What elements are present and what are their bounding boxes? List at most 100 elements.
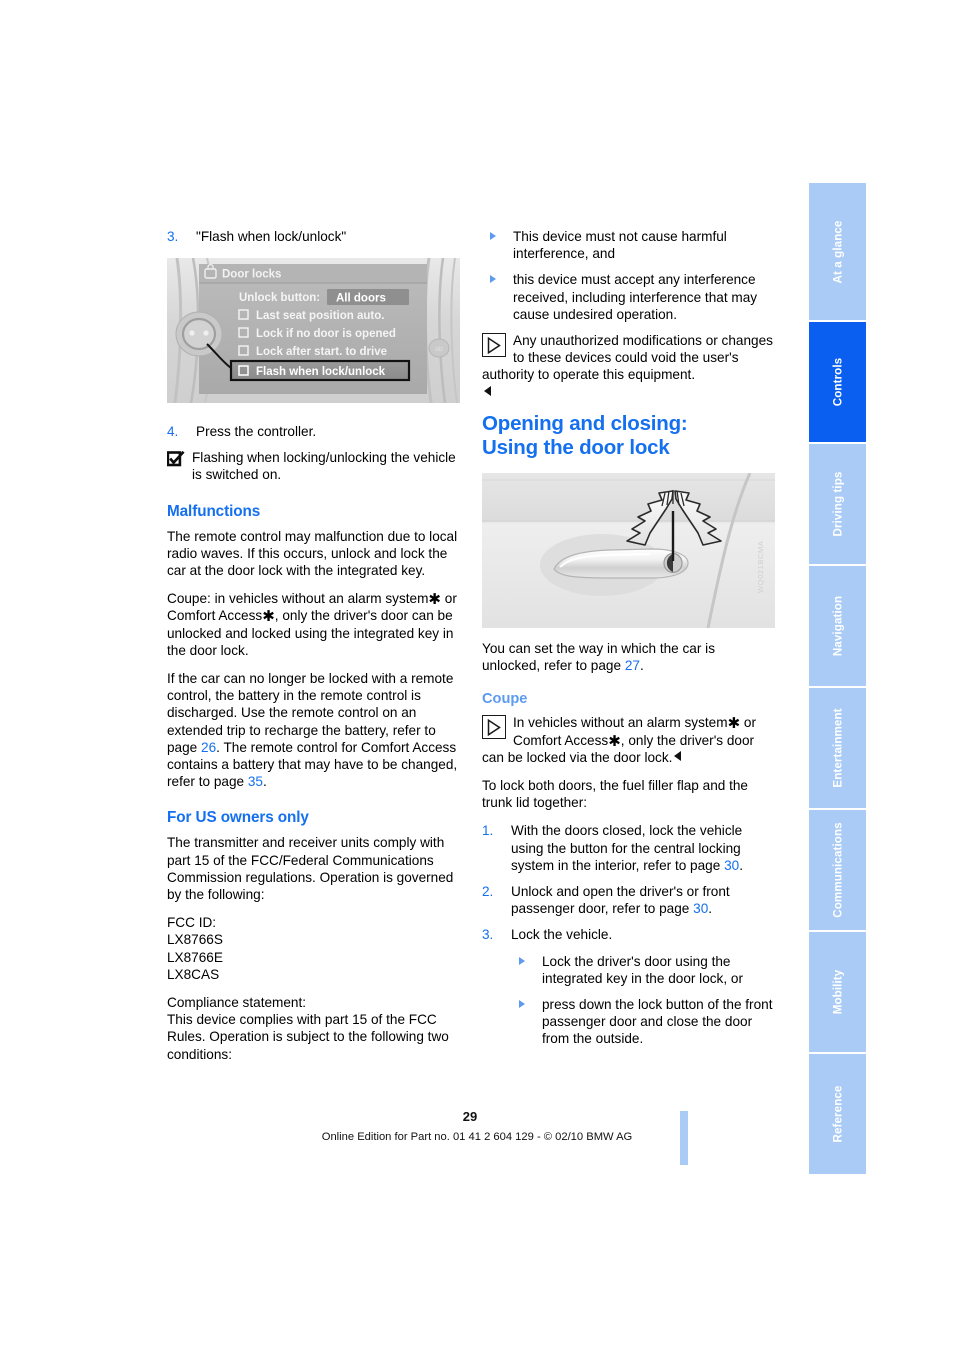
asterisk-icon: ✱ bbox=[428, 591, 441, 609]
right-column: This device must not cause harmful inter… bbox=[482, 228, 775, 474]
page-title: Opening and closing: Using the door lock bbox=[482, 412, 775, 460]
bullet-text: this device must accept any interference… bbox=[513, 272, 758, 322]
tab-label: Controls bbox=[831, 357, 844, 407]
tab-label: Mobility bbox=[831, 969, 844, 1015]
coupe-note-text: In vehicles without an alarm system✱ or … bbox=[482, 714, 775, 766]
section-heading-us-owners: For US owners only bbox=[167, 809, 309, 827]
page-ref-link[interactable]: 27 bbox=[625, 658, 640, 673]
step-number: 2. bbox=[482, 884, 494, 900]
step-number: 3. bbox=[482, 927, 494, 943]
page-number: 29 bbox=[0, 1109, 954, 1124]
page-ref-link[interactable]: 30 bbox=[693, 901, 708, 916]
step-text: Press the controller. bbox=[196, 424, 317, 439]
bullet-item: This device must not cause harmful inter… bbox=[482, 228, 775, 262]
fcc-id-value: LX8766E bbox=[167, 949, 223, 965]
asterisk-icon: ✱ bbox=[727, 715, 741, 733]
step-text-a: With the doors closed, lock the vehicle … bbox=[511, 823, 743, 873]
svg-text:All doors: All doors bbox=[336, 293, 386, 305]
malfunctions-paragraph-3: If the car can no longer be locked with … bbox=[167, 670, 460, 790]
compliance-text: This device complies with part 15 of the… bbox=[167, 1012, 449, 1062]
subsection-heading-coupe: Coupe bbox=[482, 691, 528, 708]
page-title-line1: Opening and closing: bbox=[482, 411, 688, 435]
bullet-text: This device must not cause harmful inter… bbox=[513, 229, 727, 262]
idrive-door-locks-figure: Door locks Unlock button: All doors Last… bbox=[167, 257, 460, 404]
tab-label: Navigation bbox=[831, 595, 844, 657]
door-handle-illustration: WQ021BCMA bbox=[482, 472, 775, 629]
checkbox-note: Flashing when locking/unlocking the vehi… bbox=[166, 449, 460, 483]
step-text: Lock the vehicle. bbox=[511, 927, 613, 943]
coupe-note-a: In vehicles without an alarm system bbox=[513, 715, 728, 731]
bullet-text: press down the lock button of the front … bbox=[542, 997, 773, 1047]
svg-text:Lock after start. to drive: Lock after start. to drive bbox=[256, 346, 387, 358]
svg-text:Lock if no door is opened: Lock if no door is opened bbox=[256, 328, 396, 340]
compliance-label: Compliance statement: bbox=[167, 995, 307, 1011]
coupe-note: In vehicles without an alarm system✱ or … bbox=[482, 714, 775, 766]
malfunctions-paragraph-1: The remote control may malfunction due t… bbox=[167, 528, 458, 579]
us-owners-paragraph: The transmitter and receiver units compl… bbox=[167, 835, 454, 903]
asterisk-icon: ✱ bbox=[262, 608, 275, 626]
svg-text:Door locks: Door locks bbox=[222, 269, 281, 281]
tab-communications[interactable]: Communications bbox=[809, 810, 866, 930]
intro-a: You can set the way in which the car is … bbox=[482, 641, 715, 674]
page-ref-link[interactable]: 26 bbox=[201, 740, 216, 755]
left-column: 3. "Flash when lock/unlock" bbox=[167, 228, 460, 254]
bullet-text: Lock the driver's door using the integra… bbox=[542, 953, 743, 986]
tab-entertainment[interactable]: Entertainment bbox=[809, 688, 866, 808]
step-item: 4. Press the controller. bbox=[167, 423, 460, 440]
malfunctions-paragraph-2: Coupe: in vehicles without an alarm syst… bbox=[167, 590, 460, 659]
footer-text: Online Edition for Part no. 01 41 2 604 … bbox=[321, 1131, 633, 1143]
note-triangle-icon bbox=[482, 715, 506, 740]
step-item: 2. Unlock and open the driver's or front… bbox=[482, 883, 775, 917]
section-heading-malfunctions: Malfunctions bbox=[167, 502, 261, 520]
checkbox-checked-icon bbox=[166, 451, 185, 467]
triangle-bullet-icon bbox=[519, 1000, 525, 1009]
fcc-id-value: LX8766S bbox=[167, 932, 223, 948]
section-tab-rail: At a glance Controls Driving tips Naviga… bbox=[809, 183, 866, 1176]
step-item: 3. "Flash when lock/unlock" bbox=[167, 228, 460, 245]
warning-note-text: Any unauthorized modifications or change… bbox=[482, 333, 773, 383]
tab-driving-tips[interactable]: Driving tips bbox=[809, 444, 866, 564]
step-number: 4. bbox=[167, 424, 179, 439]
end-marker-icon bbox=[484, 385, 491, 396]
tab-controls[interactable]: Controls bbox=[809, 322, 866, 442]
note-triangle-icon bbox=[482, 333, 506, 358]
mf-p3-c: . bbox=[262, 774, 267, 790]
bullet-item: this device must accept any interference… bbox=[482, 271, 775, 323]
tab-label: Communications bbox=[831, 822, 844, 918]
left-column-lower: 4. Press the controller. Flashing when l… bbox=[166, 423, 460, 1074]
end-marker-icon bbox=[674, 750, 682, 761]
tab-mobility[interactable]: Mobility bbox=[809, 932, 866, 1052]
tab-label: Driving tips bbox=[831, 471, 844, 537]
tab-navigation[interactable]: Navigation bbox=[809, 566, 866, 686]
step-text-b: . bbox=[708, 901, 713, 917]
svg-text:ab: ab bbox=[435, 346, 443, 353]
step-item: 3. Lock the vehicle. bbox=[482, 926, 775, 943]
mf-p2-a: Coupe: in vehicles without an alarm syst… bbox=[167, 591, 429, 607]
tab-label: Entertainment bbox=[831, 708, 844, 788]
tab-label: At a glance bbox=[831, 220, 844, 283]
door-handle-figure: WQ021BCMA bbox=[482, 472, 775, 629]
bullet-item: Lock the driver's door using the integra… bbox=[511, 953, 775, 987]
tab-at-a-glance[interactable]: At a glance bbox=[809, 183, 866, 320]
svg-text:Last seat position auto.: Last seat position auto. bbox=[256, 310, 384, 322]
page-title-line2: Using the door lock bbox=[482, 435, 670, 459]
page-ref-link[interactable]: 30 bbox=[724, 858, 739, 873]
warning-note: Any unauthorized modifications or change… bbox=[482, 332, 775, 401]
figure-id-code: WQ021BCMA bbox=[756, 541, 765, 594]
page-ref-link[interactable]: 35 bbox=[248, 774, 263, 789]
manual-page: 3. "Flash when lock/unlock" Door locks U… bbox=[0, 0, 954, 1350]
svg-text:Flash when lock/unlock: Flash when lock/unlock bbox=[256, 366, 386, 378]
checkbox-note-text: Flashing when locking/unlocking the vehi… bbox=[192, 450, 456, 483]
coupe-lead-paragraph: To lock both doors, the fuel filler flap… bbox=[482, 778, 748, 811]
step-number: 1. bbox=[482, 823, 494, 839]
right-column-lower: You can set the way in which the car is … bbox=[482, 640, 775, 1057]
step-text: Unlock and open the driver's or front pa… bbox=[511, 883, 775, 917]
page-number-value: 29 bbox=[462, 1109, 478, 1124]
step-text: With the doors closed, lock the vehicle … bbox=[511, 822, 775, 874]
step-number: 3. bbox=[167, 229, 179, 244]
step-item: 1. With the doors closed, lock the vehic… bbox=[482, 822, 775, 874]
fcc-id-value: LX8CAS bbox=[167, 966, 220, 982]
intro-b: . bbox=[639, 658, 644, 674]
intro-paragraph: You can set the way in which the car is … bbox=[482, 640, 775, 674]
idrive-screen-illustration: Door locks Unlock button: All doors Last… bbox=[167, 257, 460, 404]
